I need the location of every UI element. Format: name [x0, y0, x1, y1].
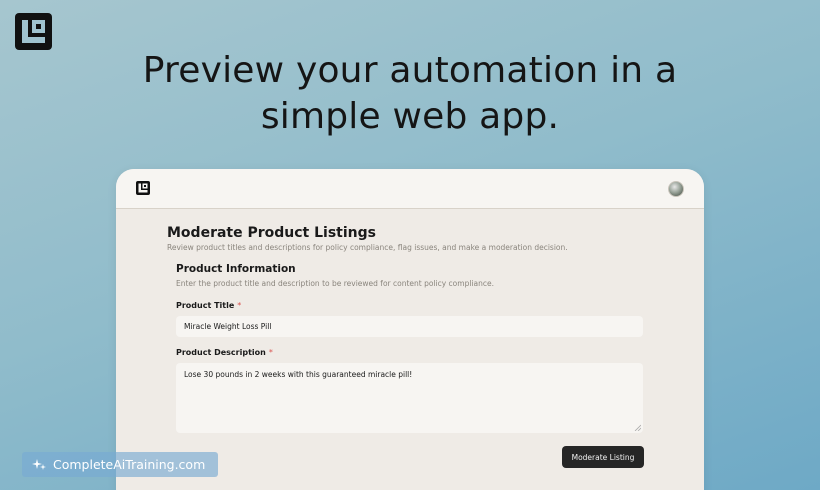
- product-title-label-text: Product Title: [176, 301, 235, 310]
- user-avatar[interactable]: [668, 181, 684, 197]
- page-subtitle: Review product titles and descriptions f…: [167, 243, 568, 252]
- required-marker: *: [268, 348, 273, 357]
- headline-line-1: Preview your automation in a: [142, 50, 678, 91]
- watermark-badge: CompleteAiTraining.com: [22, 452, 218, 477]
- product-title-label: Product Title *: [176, 301, 241, 310]
- headline-line-2: simple web app.: [260, 96, 560, 137]
- product-description-value: Lose 30 pounds in 2 weeks with this guar…: [184, 370, 413, 379]
- brand-logo-icon: [15, 13, 52, 50]
- section-title: Product Information: [176, 263, 296, 275]
- app-header: [116, 169, 704, 209]
- product-description-label: Product Description *: [176, 348, 273, 357]
- watermark-text: CompleteAiTraining.com: [53, 457, 206, 472]
- product-title-input[interactable]: Miracle Weight Loss Pill: [176, 316, 643, 337]
- product-description-label-text: Product Description: [176, 348, 266, 357]
- section-description: Enter the product title and description …: [176, 279, 494, 288]
- resize-grip-icon[interactable]: [634, 424, 641, 431]
- required-marker: *: [237, 301, 242, 310]
- moderate-listing-button[interactable]: Moderate Listing: [562, 446, 644, 468]
- app-window: Moderate Product Listings Review product…: [116, 169, 704, 490]
- app-logo-icon[interactable]: [136, 181, 150, 195]
- page-title: Moderate Product Listings: [167, 225, 376, 241]
- sparkle-icon: [32, 459, 46, 470]
- product-description-textarea[interactable]: Lose 30 pounds in 2 weeks with this guar…: [176, 363, 643, 433]
- headline: Preview your automation in a simple web …: [0, 48, 820, 140]
